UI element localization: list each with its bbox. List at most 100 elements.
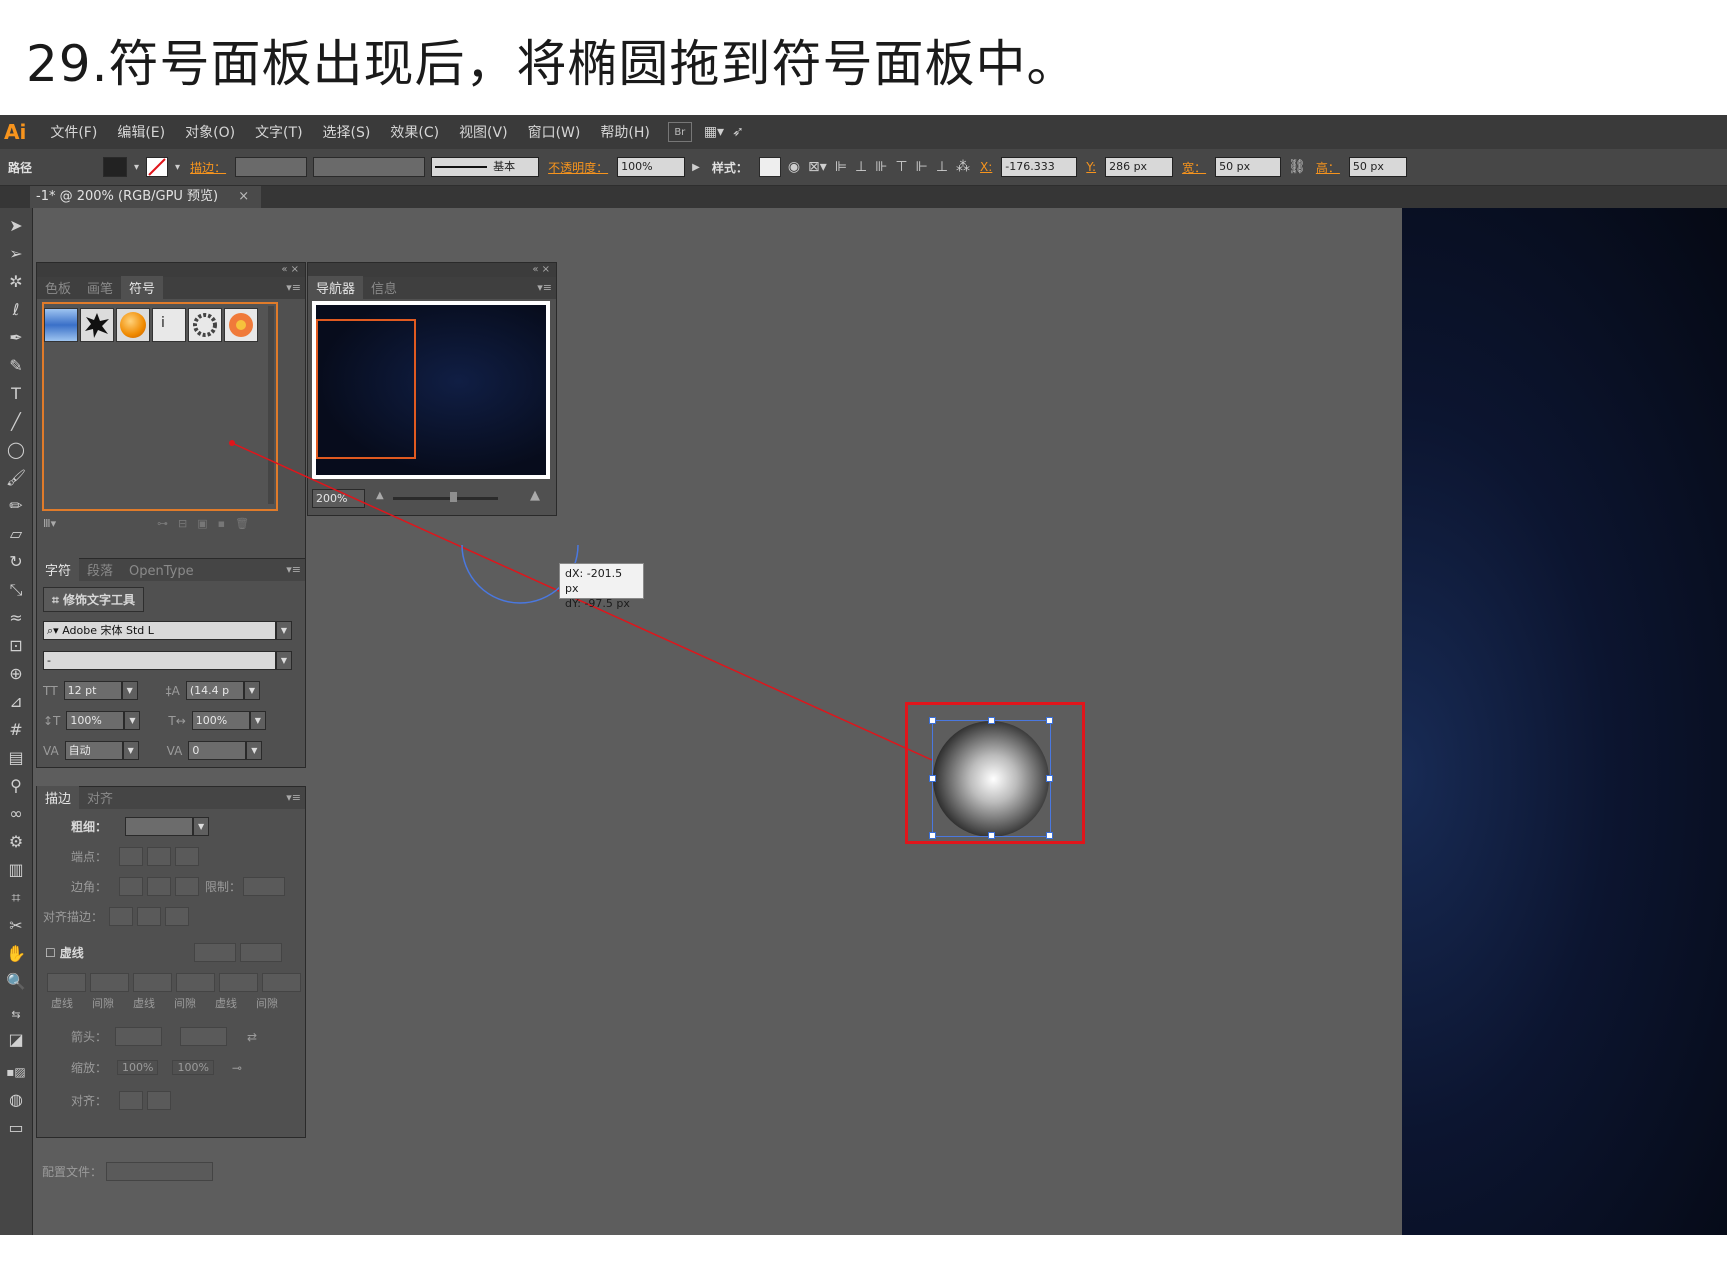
align-top-icon[interactable]: ⊤	[891, 159, 911, 175]
menu-type[interactable]: 文字(T)	[245, 122, 312, 142]
dash-field-2[interactable]	[133, 973, 172, 992]
menu-window[interactable]: 窗口(W)	[518, 122, 591, 142]
symbol-blue-banner[interactable]	[44, 308, 78, 342]
x-field[interactable]: -176.333	[1001, 157, 1078, 177]
vertical-scale-field[interactable]: 100%	[66, 711, 125, 730]
menu-edit[interactable]: 编辑(E)	[107, 122, 175, 142]
horizontal-scale-field[interactable]: 100%	[191, 711, 250, 730]
warp-tool-icon[interactable]: ≈	[2, 606, 30, 630]
handle-bottom-center[interactable]	[988, 832, 995, 839]
navigator-menu-icon[interactable]: ▾≡	[537, 281, 552, 294]
zoom-slider-knob[interactable]	[450, 492, 457, 502]
font-family-field[interactable]: ⌕▾ Adobe 宋体 Std L	[43, 621, 276, 640]
pencil-tool-icon[interactable]: ✏	[2, 494, 30, 518]
character-menu-icon[interactable]: ▾≡	[286, 563, 301, 576]
navigator-preview[interactable]	[312, 301, 550, 479]
selection-tool-icon[interactable]: ➤	[2, 214, 30, 238]
zoom-out-icon[interactable]: ▲	[376, 490, 384, 501]
gpu-rocket-icon[interactable]: ➶	[728, 124, 748, 140]
dash-preserve-button[interactable]	[193, 943, 236, 962]
align-center-button[interactable]	[109, 907, 134, 926]
dash-field-1[interactable]	[47, 973, 86, 992]
handle-bottom-left[interactable]	[929, 832, 936, 839]
opacity-label[interactable]: 不透明度：	[542, 159, 614, 176]
gap-field-1[interactable]	[90, 973, 129, 992]
link-scale-icon[interactable]: ⊸	[232, 1061, 242, 1075]
rotate-tool-icon[interactable]: ↻	[2, 550, 30, 574]
tab-character[interactable]: 字符	[37, 558, 80, 581]
zoom-tool-icon[interactable]: 🔍	[2, 970, 30, 994]
projecting-cap-button[interactable]	[175, 847, 200, 866]
handle-top-right[interactable]	[1046, 717, 1053, 724]
bridge-button[interactable]: Br	[667, 122, 692, 142]
height-field[interactable]: 50 px	[1348, 157, 1407, 177]
selection-bounding-box[interactable]	[932, 720, 1051, 837]
zoom-in-icon[interactable]: ▲	[530, 488, 540, 503]
pen-tool-icon[interactable]: ✒	[2, 326, 30, 350]
tracking-field[interactable]: 0	[188, 741, 247, 760]
tab-stroke[interactable]: 描边	[37, 786, 80, 809]
workspace-layout-icon[interactable]: ▦▾	[700, 124, 728, 140]
arrow-tip-place-button[interactable]	[147, 1091, 172, 1110]
end-scale-field[interactable]: 100%	[172, 1060, 214, 1075]
gradient-tool-icon[interactable]: ▤	[2, 746, 30, 770]
round-cap-button[interactable]	[147, 847, 172, 866]
gap-field-3[interactable]	[262, 973, 301, 992]
document-tab[interactable]: -1* @ 200% (RGB/GPU 预览) ×	[30, 186, 262, 208]
align-outside-button[interactable]	[165, 907, 190, 926]
graphic-style-swatch[interactable]	[758, 157, 781, 177]
weight-dropdown-icon[interactable]: ▼	[193, 817, 210, 836]
handle-bottom-right[interactable]	[1046, 832, 1053, 839]
align-to-icon[interactable]: ⊠▾	[804, 159, 831, 175]
color-mode-icon[interactable]: ▪▨	[2, 1060, 30, 1084]
miter-join-button[interactable]	[119, 877, 144, 896]
leading-dropdown-icon[interactable]: ▼	[243, 681, 260, 700]
dashed-line-checkbox[interactable]: ☐	[45, 946, 56, 960]
stroke-weight-label[interactable]: 描边：	[184, 159, 232, 176]
menu-effect[interactable]: 效果(C)	[380, 122, 449, 142]
column-graph-tool-icon[interactable]: ▥	[2, 858, 30, 882]
limit-field[interactable]	[243, 877, 286, 896]
slice-tool-icon[interactable]: ✂	[2, 914, 30, 938]
fill-swatch[interactable]	[103, 157, 128, 177]
curvature-tool-icon[interactable]: ✎	[2, 354, 30, 378]
brush-definition-field[interactable]: 基本	[431, 157, 540, 177]
fill-stroke-swatch-icon[interactable]: ◪	[2, 1028, 30, 1052]
shape-builder-tool-icon[interactable]: ⊕	[2, 662, 30, 686]
menu-help[interactable]: 帮助(H)	[590, 122, 659, 142]
opacity-field[interactable]: 100%	[617, 157, 686, 177]
profile-dropdown[interactable]	[106, 1162, 214, 1181]
align-hcenter-icon[interactable]: ⊥	[851, 159, 871, 175]
start-scale-field[interactable]: 100%	[117, 1060, 159, 1075]
reference-point-icon[interactable]: ⁂	[952, 159, 974, 175]
panel-collapse-icon[interactable]: « ×	[37, 263, 305, 277]
opacity-arrow-icon[interactable]: ▶	[688, 162, 704, 173]
lasso-tool-icon[interactable]: ℓ	[2, 298, 30, 322]
tab-symbols[interactable]: 符号	[121, 276, 164, 299]
stroke-weight-field[interactable]	[235, 157, 308, 177]
end-arrowhead-dropdown[interactable]	[180, 1027, 228, 1046]
tab-swatches[interactable]: 色板	[37, 276, 79, 299]
align-right-icon[interactable]: ⊪	[871, 159, 891, 175]
free-transform-tool-icon[interactable]: ⊡	[2, 634, 30, 658]
leading-field[interactable]: (14.4 p	[185, 681, 244, 700]
stroke-dropdown-icon[interactable]: ▾	[171, 162, 184, 173]
blend-tool-icon[interactable]: ∞	[2, 802, 30, 826]
tab-align[interactable]: 对齐	[79, 786, 121, 809]
touch-type-button[interactable]: ⌗ 修饰文字工具	[43, 587, 144, 612]
width-field[interactable]: 50 px	[1215, 157, 1282, 177]
menu-file[interactable]: 文件(F)	[40, 122, 107, 142]
menu-object[interactable]: 对象(O)	[175, 122, 245, 142]
font-style-field[interactable]: -	[43, 651, 276, 670]
drawing-mode-icon[interactable]: ◍	[2, 1088, 30, 1112]
symbols-scrollbar[interactable]	[268, 306, 274, 504]
align-bottom-icon[interactable]: ⊥	[932, 159, 952, 175]
horizontal-scale-dropdown-icon[interactable]: ▼	[249, 711, 266, 730]
align-vcenter-icon[interactable]: ⊩	[912, 159, 932, 175]
magic-wand-tool-icon[interactable]: ✲	[2, 270, 30, 294]
paintbrush-tool-icon[interactable]: 🖌	[2, 466, 30, 490]
recolor-artwork-icon[interactable]: ◉	[784, 159, 804, 175]
tracking-dropdown-icon[interactable]: ▼	[246, 741, 263, 760]
navigator-view-box[interactable]	[316, 319, 416, 459]
line-tool-icon[interactable]: ╱	[2, 410, 30, 434]
